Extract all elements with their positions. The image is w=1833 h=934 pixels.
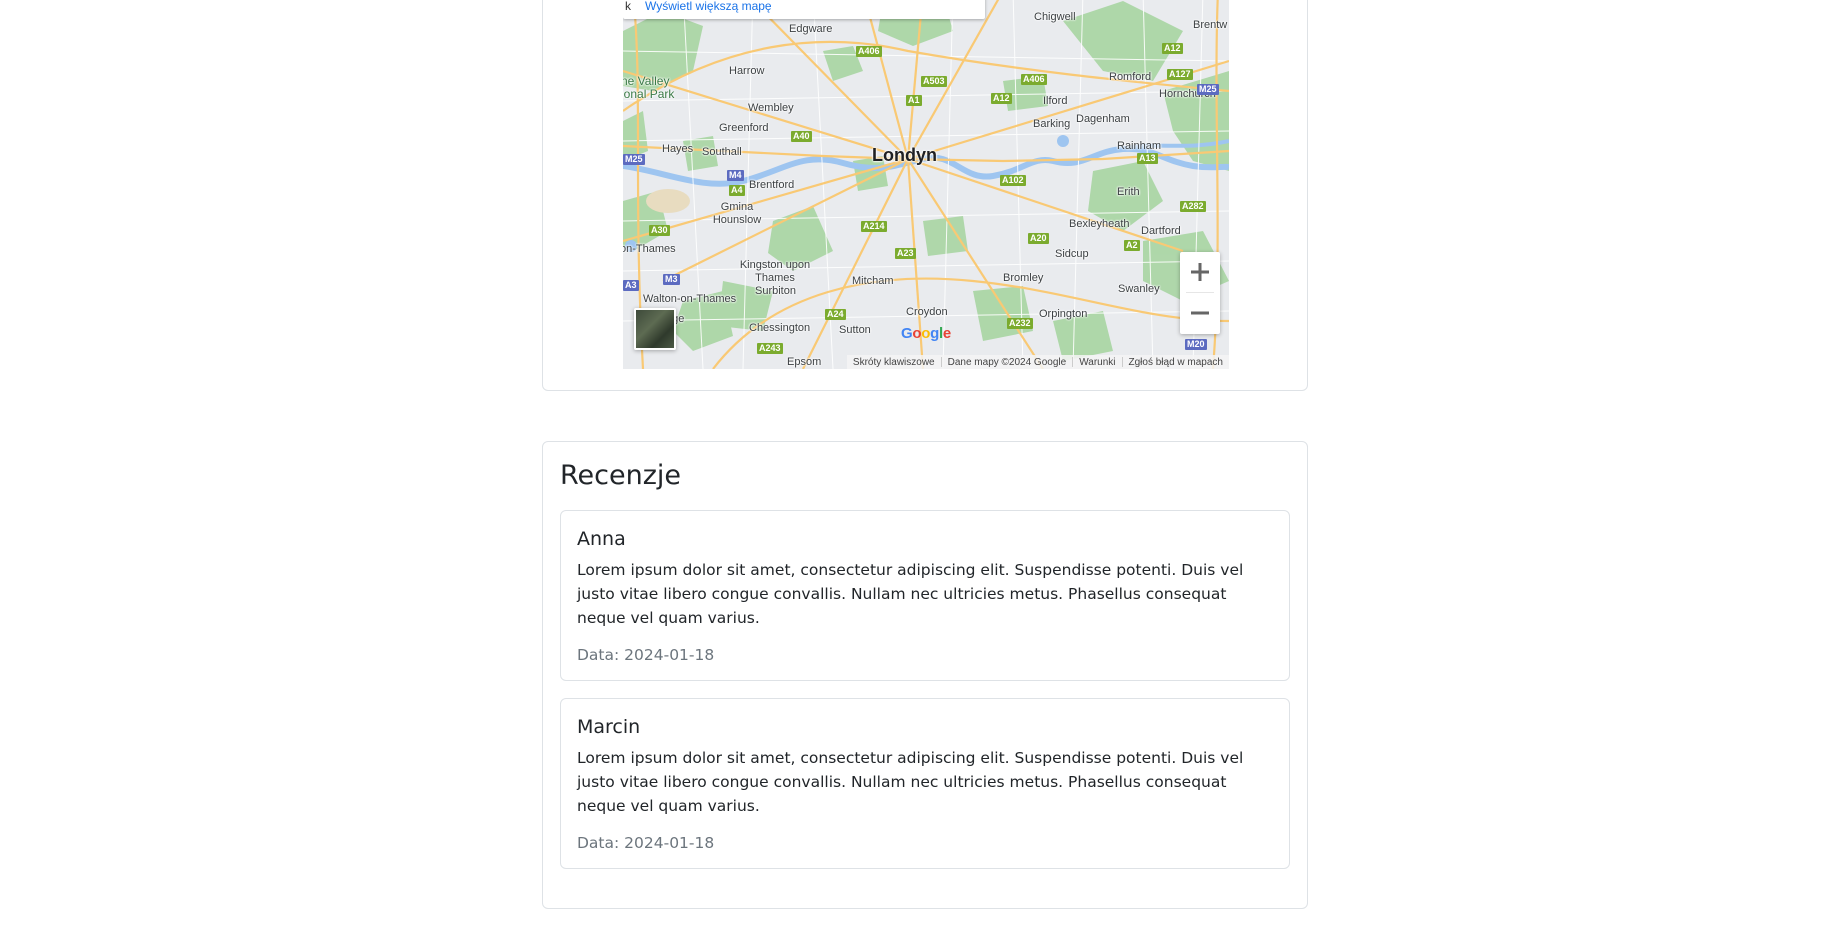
map-place: Croydon [906, 306, 948, 318]
road-badge: A232 [1007, 318, 1033, 329]
attrib-divider [1121, 357, 1123, 367]
map-place: Rainham [1117, 140, 1162, 152]
road-badge: A214 [861, 221, 887, 232]
road-badge: A282 [1180, 201, 1206, 212]
map-place: Mitcham [852, 275, 894, 287]
map-place: Kingston upon Thames [739, 259, 811, 284]
attrib-divider [940, 357, 942, 367]
map-place: Chigwell [1034, 11, 1076, 23]
review-date: Data: 2024-01-18 [577, 834, 715, 853]
map-card: Chigwell Edgware Harrow Wembley Greenfor… [542, 0, 1308, 391]
road-badge: A406 [1021, 74, 1047, 85]
review-text: Lorem ipsum dolor sit amet, consectetur … [577, 749, 1244, 816]
road-badge: M4 [727, 170, 744, 181]
review-text: Lorem ipsum dolor sit amet, consectetur … [577, 561, 1244, 628]
map-info-box: k Wyświetl większą mapę [623, 0, 985, 19]
attrib-divider [1072, 357, 1074, 367]
zoom-out-button[interactable] [1180, 293, 1220, 333]
road-badge: A13 [1137, 153, 1158, 164]
map-place: Orpington [1039, 308, 1088, 320]
map-place: Chessington [749, 322, 811, 334]
map-place: Bromley [1003, 272, 1044, 284]
map-place: Brentford [749, 179, 795, 191]
road-badge: A12 [1162, 43, 1183, 54]
map-place: Walton-on-Thames [643, 293, 737, 305]
map-place: Edgware [789, 23, 833, 35]
google-logo-letter: g [930, 325, 939, 342]
review-item: Anna Lorem ipsum dolor sit amet, consect… [560, 510, 1290, 682]
map-place: Dartford [1141, 225, 1181, 237]
larger-map-link[interactable]: Wyświetl większą mapę [645, 0, 772, 13]
road-badge: M25 [623, 154, 645, 165]
keyboard-shortcuts-link[interactable]: Skróty klawiszowe [853, 357, 935, 368]
google-logo-letter: o [921, 325, 931, 342]
map-place: Ilford [1043, 95, 1068, 107]
google-map[interactable]: Chigwell Edgware Harrow Wembley Greenfor… [623, 0, 1229, 369]
zoom-controls [1180, 252, 1220, 334]
map-data-text: Dane mapy ©2024 Google [947, 356, 1067, 368]
review-author: Anna [577, 528, 626, 551]
map-place: Harrow [729, 65, 765, 77]
map-place: Erith [1117, 186, 1140, 198]
map-place: Greenford [719, 122, 769, 134]
reviews-card: Recenzje Anna Lorem ipsum dolor sit amet… [542, 441, 1308, 909]
road-badge: A23 [895, 248, 916, 259]
road-badge: A3 [623, 280, 639, 291]
road-badge: M3 [663, 274, 680, 285]
road-badge: A24 [825, 309, 846, 320]
review-author: Marcin [577, 716, 641, 739]
map-place: Gmina Hounslow [712, 201, 762, 226]
road-badge: A406 [856, 46, 882, 57]
google-logo-letter: G [901, 325, 913, 342]
map-place: Wembley [748, 102, 794, 114]
map-place: Barking [1033, 118, 1071, 130]
map-place: Surbiton [755, 285, 796, 297]
map-place: Romford [1109, 71, 1152, 83]
road-badge: A20 [1028, 233, 1049, 244]
info-box-edge: k [625, 0, 631, 13]
road-badge: M25 [1197, 84, 1219, 95]
report-error-link[interactable]: Zgłoś błąd w mapach [1129, 357, 1224, 368]
map-place: Swanley [1118, 283, 1160, 295]
map-attribution-bar: Skróty klawiszowe Dane mapy ©2024 Google… [846, 355, 1229, 369]
map-place: on-Thames [623, 243, 676, 255]
map-place: Sutton [839, 324, 871, 336]
map-place: Southall [702, 146, 742, 158]
road-badge: A503 [921, 76, 947, 87]
road-badge: A12 [991, 93, 1012, 104]
road-badge: A127 [1167, 69, 1193, 80]
google-logo-letter: e [942, 325, 951, 342]
google-logo: Google [901, 325, 951, 342]
plus-icon [1191, 263, 1209, 281]
reviews-title: Recenzje [560, 460, 682, 491]
road-badge: A4 [729, 185, 745, 196]
map-place: Dagenham [1076, 113, 1130, 125]
google-logo-text: Google [901, 325, 951, 342]
road-badge: A2 [1124, 240, 1140, 251]
google-logo-letter: o [912, 325, 922, 342]
road-badge: A40 [791, 131, 812, 142]
terms-link[interactable]: Warunki [1079, 357, 1115, 368]
map-place: Sidcup [1055, 248, 1089, 260]
map-place: Hayes [662, 143, 694, 155]
satellite-toggle-button[interactable] [634, 308, 676, 350]
zoom-in-button[interactable] [1180, 252, 1220, 292]
map-place: Brentw [1193, 19, 1228, 31]
map-place: Epsom [787, 356, 822, 368]
road-badge: A102 [1000, 175, 1026, 186]
road-badge: A1 [906, 95, 922, 106]
review-date: Data: 2024-01-18 [577, 646, 715, 665]
minus-icon [1191, 311, 1209, 315]
map-park-label: ne Valley ional Park [623, 74, 675, 101]
map-city-label: Londyn [872, 145, 937, 165]
review-item: Marcin Lorem ipsum dolor sit amet, conse… [560, 698, 1290, 870]
road-badge: A30 [649, 225, 670, 236]
map-place: Bexleyheath [1069, 218, 1130, 230]
road-badge: A243 [757, 343, 783, 354]
road-badge: M20 [1185, 339, 1207, 350]
